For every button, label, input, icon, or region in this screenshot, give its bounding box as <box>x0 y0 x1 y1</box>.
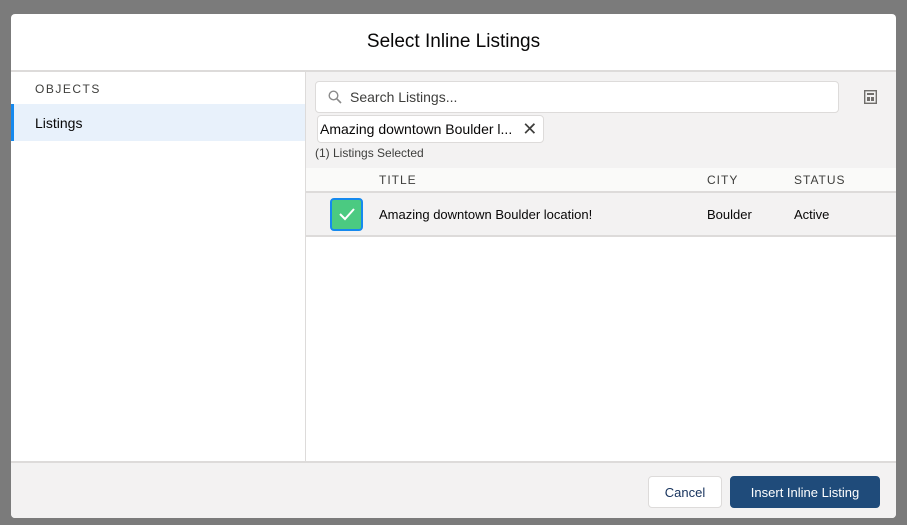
table-row[interactable]: Amazing downtown Boulder location! Bould… <box>306 193 896 237</box>
sidebar-item-label: Listings <box>35 114 83 131</box>
column-header-city[interactable]: CITY <box>707 173 738 187</box>
select-inline-listings-modal: Select Inline Listings OBJECTS Listings … <box>11 14 896 518</box>
cell-title: Amazing downtown Boulder location! <box>379 206 593 222</box>
search-placeholder: Search Listings... <box>350 89 458 105</box>
column-header-title[interactable]: TITLE <box>379 173 417 187</box>
selection-count: (1) Listings Selected <box>315 146 424 160</box>
row-checkbox[interactable] <box>330 197 363 231</box>
cell-status: Active <box>794 206 830 222</box>
search-input[interactable]: Search Listings... <box>315 81 839 113</box>
insert-inline-listing-button[interactable]: Insert Inline Listing <box>730 476 880 508</box>
cell-city: Boulder <box>707 206 752 222</box>
objects-heading: OBJECTS <box>35 82 101 96</box>
search-icon <box>328 90 342 104</box>
close-icon[interactable]: ✕ <box>522 119 537 140</box>
table-header: TITLE CITY STATUS <box>306 168 896 193</box>
modal-header: Select Inline Listings <box>11 14 896 72</box>
listings-panel: Search Listings... Amazing downtown Boul… <box>306 72 896 461</box>
sidebar-item-listings[interactable]: Listings <box>11 104 305 141</box>
modal-footer: Cancel Insert Inline Listing <box>11 461 896 518</box>
pill-label: Amazing downtown Boulder l... <box>320 121 513 137</box>
calculator-icon[interactable] <box>864 90 877 104</box>
objects-sidebar: OBJECTS Listings <box>11 72 306 461</box>
modal-title: Select Inline Listings <box>366 31 541 52</box>
listings-table: TITLE CITY STATUS Amazing downtown Bould… <box>306 168 896 461</box>
cancel-button[interactable]: Cancel <box>648 476 722 508</box>
selected-listing-pill: Amazing downtown Boulder l... ✕ <box>317 115 545 143</box>
column-header-status[interactable]: STATUS <box>794 173 846 187</box>
checkmark-icon <box>338 208 355 221</box>
